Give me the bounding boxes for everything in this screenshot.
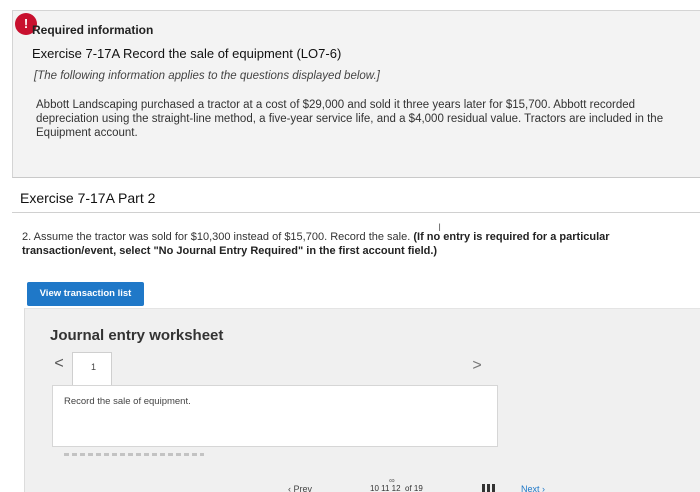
entry-description-box (52, 385, 498, 447)
next-label: Next (521, 484, 540, 492)
entry-tab-number: 1 (91, 362, 97, 372)
grid-icon[interactable] (482, 484, 496, 492)
view-transaction-list-button[interactable]: View transaction list (27, 282, 144, 306)
next-button[interactable]: Next › (521, 484, 545, 492)
note-text (64, 453, 204, 456)
worksheet-title: Journal entry worksheet (50, 327, 224, 344)
part-title: Exercise 7-17A Part 2 (20, 190, 156, 206)
chevron-right-icon[interactable]: > (470, 356, 484, 376)
question: 2. Assume the tractor was sold for $10,3… (22, 230, 672, 258)
exercise-description: Abbott Landscaping purchased a tractor a… (36, 99, 664, 139)
required-information-label: Required information (32, 23, 154, 37)
question-text: 2. Assume the tractor was sold for $10,3… (22, 231, 414, 243)
page-total: of 19 (405, 484, 423, 492)
entry-description: Record the sale of equipment. (64, 396, 191, 407)
page-number-list: 10 11 12 (370, 484, 401, 492)
text-cursor-icon: I (438, 222, 442, 234)
exercise-intro: [The following information applies to th… (34, 70, 380, 82)
prev-button[interactable]: ‹ Prev (288, 484, 312, 492)
chevron-left-icon[interactable]: < (52, 354, 66, 374)
page: ! Required information Exercise 7-17A Re… (0, 0, 700, 492)
prev-label: Prev (293, 484, 313, 492)
page-numbers[interactable]: 10 11 12 of 19 (370, 484, 423, 492)
divider (12, 212, 700, 213)
exercise-title: Exercise 7-17A Record the sale of equipm… (32, 46, 342, 61)
